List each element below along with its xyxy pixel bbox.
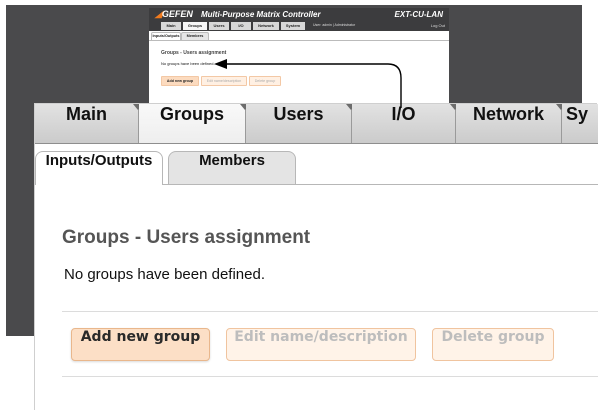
mini-subtab-bar: Inputs/Outputs Members [149, 32, 449, 41]
tab-io[interactable]: I/O [352, 104, 460, 143]
tab-groups[interactable]: Groups [139, 104, 250, 143]
mini-app-window: ◢GEFEN Multi-Purpose Matrix Controller E… [149, 8, 449, 112]
divider-top [62, 311, 598, 312]
mini-model-name: EXT-CU-LAN [394, 10, 443, 19]
gefen-logo: ◢GEFEN [155, 9, 193, 19]
mini-tab-io[interactable]: I/O [231, 22, 251, 30]
edit-name-description-button[interactable]: Edit name/description [226, 328, 416, 361]
tab-network[interactable]: Network [456, 104, 566, 143]
subtab-inputs-outputs[interactable]: Inputs/Outputs [35, 151, 163, 185]
mini-logout-link[interactable]: Log Out [431, 23, 445, 28]
tab-users[interactable]: Users [246, 104, 356, 143]
subtab-members[interactable]: Members [168, 151, 296, 184]
mini-app-title: Multi-Purpose Matrix Controller [201, 10, 321, 19]
mini-empty-message: No groups have been defined. [161, 61, 215, 66]
mini-add-group-button[interactable]: Add new group [161, 76, 199, 86]
mini-subtab-members[interactable]: Members [181, 32, 209, 40]
tab-system[interactable]: Sy [562, 104, 598, 143]
delete-group-button[interactable]: Delete group [432, 328, 554, 361]
tab-main[interactable]: Main [35, 104, 143, 143]
empty-groups-message: No groups have been defined. [64, 266, 265, 283]
divider-bottom [62, 376, 598, 377]
mini-nav-bar: Main Groups Users I/O Network System Use… [149, 21, 449, 31]
mini-tab-main[interactable]: Main [161, 22, 181, 30]
mini-page-heading: Groups - Users assignment [161, 50, 227, 56]
page-heading: Groups - Users assignment [62, 227, 311, 248]
mini-subtab-inputs-outputs[interactable]: Inputs/Outputs [151, 32, 181, 40]
mini-tab-users[interactable]: Users [209, 22, 229, 30]
mini-user-info: User: admin | Administrator [313, 23, 356, 27]
mini-edit-button[interactable]: Edit name/description [201, 76, 247, 86]
add-new-group-button[interactable]: Add new group [71, 328, 210, 361]
mini-tab-groups[interactable]: Groups [183, 22, 207, 30]
zoomed-panel: Main Groups Users I/O Network Sy Inputs/… [35, 104, 598, 411]
main-nav-bar: Main Groups Users I/O Network Sy [35, 104, 598, 144]
mini-header: ◢GEFEN Multi-Purpose Matrix Controller E… [149, 8, 449, 21]
mini-delete-button[interactable]: Delete group [249, 76, 281, 86]
mini-tab-network[interactable]: Network [253, 22, 279, 30]
mini-tab-system[interactable]: System [281, 22, 305, 30]
